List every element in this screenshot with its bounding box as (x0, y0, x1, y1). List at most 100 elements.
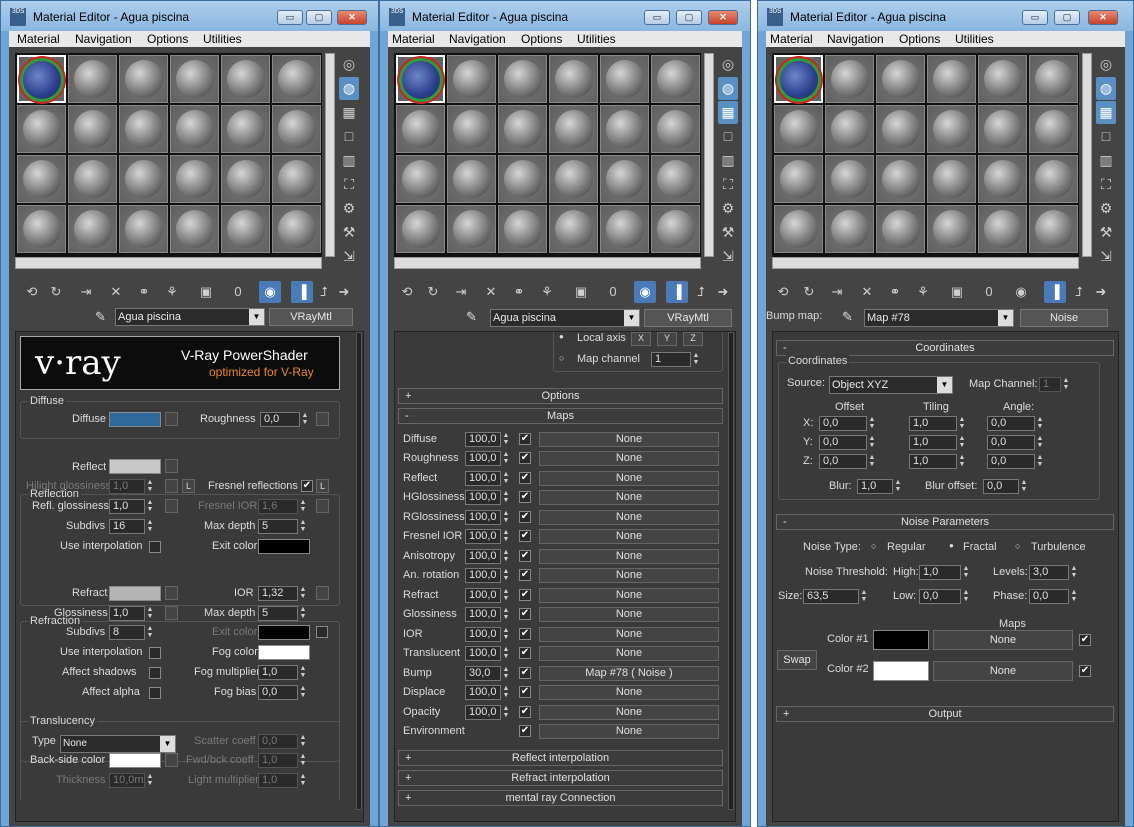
material-name-field[interactable]: Agua piscina ▼ (490, 309, 640, 327)
sample-slot[interactable] (68, 205, 117, 253)
tiling-spinner[interactable]: 1,0 ▲ ▼ (909, 454, 965, 469)
sample-slot[interactable] (272, 55, 321, 103)
pick-material-icon[interactable]: ✎ (842, 309, 853, 325)
make-unique-icon[interactable]: ⚘ (161, 281, 183, 303)
angle-spinner[interactable]: 0,0 ▲ ▼ (987, 416, 1043, 431)
sample-slot-active[interactable] (17, 55, 66, 103)
menu-options[interactable]: Options (899, 32, 940, 46)
spinner-arrows-icon[interactable]: ▲ ▼ (867, 416, 877, 431)
spinner-arrows-icon[interactable]: ▲ ▼ (501, 432, 511, 447)
chevron-down-icon[interactable]: ▼ (998, 310, 1013, 326)
slots-vertical-scrollbar[interactable] (1082, 53, 1092, 257)
spinner-arrows-icon[interactable]: ▲ ▼ (957, 435, 967, 450)
map-row-button[interactable]: None (539, 607, 719, 622)
sample-type-icon[interactable]: ◎ (1096, 53, 1116, 76)
spinner-arrows-icon[interactable]: ▲ ▼ (1019, 479, 1029, 494)
offset-spinner[interactable]: 0,0 ▲ ▼ (819, 435, 875, 450)
back-side-color-swatch[interactable] (109, 753, 161, 768)
sample-slot[interactable] (825, 55, 874, 103)
material-type-button[interactable]: VRayMtl (644, 309, 732, 327)
map-row-button[interactable]: None (539, 685, 719, 700)
go-forward-sibling-icon[interactable]: ➜ (712, 281, 734, 303)
show-end-result-icon[interactable]: ▐ (1044, 281, 1066, 303)
sample-slot[interactable] (978, 55, 1027, 103)
sample-slot[interactable] (927, 105, 976, 153)
material-type-button[interactable]: VRayMtl (269, 308, 353, 326)
map-row-amount[interactable]: 100,0 ▲ ▼ (465, 607, 509, 622)
material-id-channel[interactable]: 0 (227, 281, 249, 303)
map-row-amount[interactable]: 30,0 ▲ ▼ (465, 666, 509, 681)
sample-uv-tiling-icon[interactable]: □ (1096, 125, 1116, 148)
map-row-amount[interactable]: 100,0 ▲ ▼ (465, 705, 509, 720)
map-row-checkbox[interactable]: ✔ (519, 706, 531, 718)
spinner-arrows-icon[interactable]: ▲ ▼ (501, 471, 511, 486)
reflect-map-button[interactable] (165, 459, 178, 473)
sample-slot[interactable] (600, 105, 649, 153)
spinner-arrows-icon[interactable]: ▲ ▼ (1069, 565, 1079, 580)
map-row-checkbox[interactable]: ✔ (519, 550, 531, 562)
sample-slot[interactable] (119, 55, 168, 103)
spinner-arrows-icon[interactable]: ▲ ▼ (298, 499, 308, 514)
slots-horizontal-scrollbar[interactable] (15, 257, 322, 269)
map-row-button[interactable]: None (539, 646, 719, 661)
sample-slot[interactable] (978, 105, 1027, 153)
sample-slot[interactable] (170, 55, 219, 103)
sample-slot[interactable] (1029, 55, 1078, 103)
put-to-scene-icon[interactable]: ↻ (422, 281, 444, 303)
background-icon[interactable]: ▦ (718, 101, 738, 124)
chevron-down-icon[interactable]: ▼ (937, 377, 952, 393)
refl-glossiness-spinner[interactable]: 1,0 ▲ ▼ (109, 499, 153, 514)
sample-uv-tiling-icon[interactable]: □ (339, 125, 359, 148)
maximize-button[interactable]: ▢ (306, 10, 332, 25)
background-icon[interactable]: ▦ (339, 101, 359, 124)
spinner-arrows-icon[interactable]: ▲ ▼ (501, 529, 511, 544)
options-icon[interactable]: ⚙ (718, 197, 738, 220)
reflect-max-depth-spinner[interactable]: 5 ▲ ▼ (258, 519, 306, 534)
sample-slot[interactable] (774, 155, 823, 203)
show-in-viewport-icon[interactable]: ◉ (259, 281, 281, 303)
map-row-button[interactable]: None (539, 471, 719, 486)
map-row-checkbox[interactable]: ✔ (519, 647, 531, 659)
sample-slot[interactable] (170, 105, 219, 153)
sample-slot-active[interactable] (396, 55, 445, 103)
map-row-checkbox[interactable]: ✔ (519, 686, 531, 698)
sample-slot[interactable] (927, 155, 976, 203)
fresnel-ior-map-button[interactable] (316, 499, 329, 513)
sample-slot[interactable] (876, 105, 925, 153)
tiling-spinner[interactable]: 1,0 ▲ ▼ (909, 416, 965, 431)
map-row-amount[interactable]: 100,0 ▲ ▼ (465, 451, 509, 466)
map-channel-radio[interactable]: ○ (559, 353, 564, 363)
hilight-glossiness-map-button[interactable] (165, 479, 178, 493)
map-row-amount[interactable]: 100,0 ▲ ▼ (465, 529, 509, 544)
sample-slot[interactable] (978, 205, 1027, 253)
chevron-down-icon[interactable]: ▼ (624, 310, 639, 326)
sample-slot[interactable] (272, 105, 321, 153)
sample-slot-active[interactable] (774, 55, 823, 103)
fresnel-lock-button[interactable]: L (316, 479, 329, 493)
fresnel-ior-spinner[interactable]: 1,6 ▲ ▼ (258, 499, 306, 514)
map-row-checkbox[interactable]: ✔ (519, 491, 531, 503)
make-copy-icon[interactable]: ⚭ (884, 281, 906, 303)
sample-slot[interactable] (221, 105, 270, 153)
spinner-arrows-icon[interactable]: ▲ ▼ (501, 568, 511, 583)
spinner-arrows-icon[interactable]: ▲ ▼ (300, 412, 310, 427)
refract-map-button[interactable] (165, 586, 178, 600)
sample-slot[interactable] (119, 155, 168, 203)
turbulence-radio[interactable]: ○ (1015, 541, 1020, 551)
put-to-library-icon[interactable]: ▣ (195, 281, 217, 303)
spinner-arrows-icon[interactable]: ▲ ▼ (893, 479, 903, 494)
map-row-button[interactable]: None (539, 451, 719, 466)
map-row-button[interactable]: None (539, 510, 719, 525)
size-spinner[interactable]: 63,5 ▲ ▼ (803, 589, 867, 604)
backlight-icon[interactable]: ◍ (718, 77, 738, 100)
select-by-material-icon[interactable]: ⚒ (1096, 221, 1116, 244)
spinner-arrows-icon[interactable]: ▲ ▼ (501, 607, 511, 622)
sample-slot[interactable] (396, 155, 445, 203)
fwd-bck-coeff-spinner[interactable]: 1,0 ▲ ▼ (258, 753, 306, 768)
spinner-arrows-icon[interactable]: ▲ ▼ (298, 685, 308, 700)
spinner-arrows-icon[interactable]: ▲ ▼ (145, 519, 155, 534)
sample-slot[interactable] (447, 105, 496, 153)
sample-slot[interactable] (498, 155, 547, 203)
map-row-button[interactable]: None (539, 627, 719, 642)
menu-material[interactable]: Material (17, 32, 60, 46)
